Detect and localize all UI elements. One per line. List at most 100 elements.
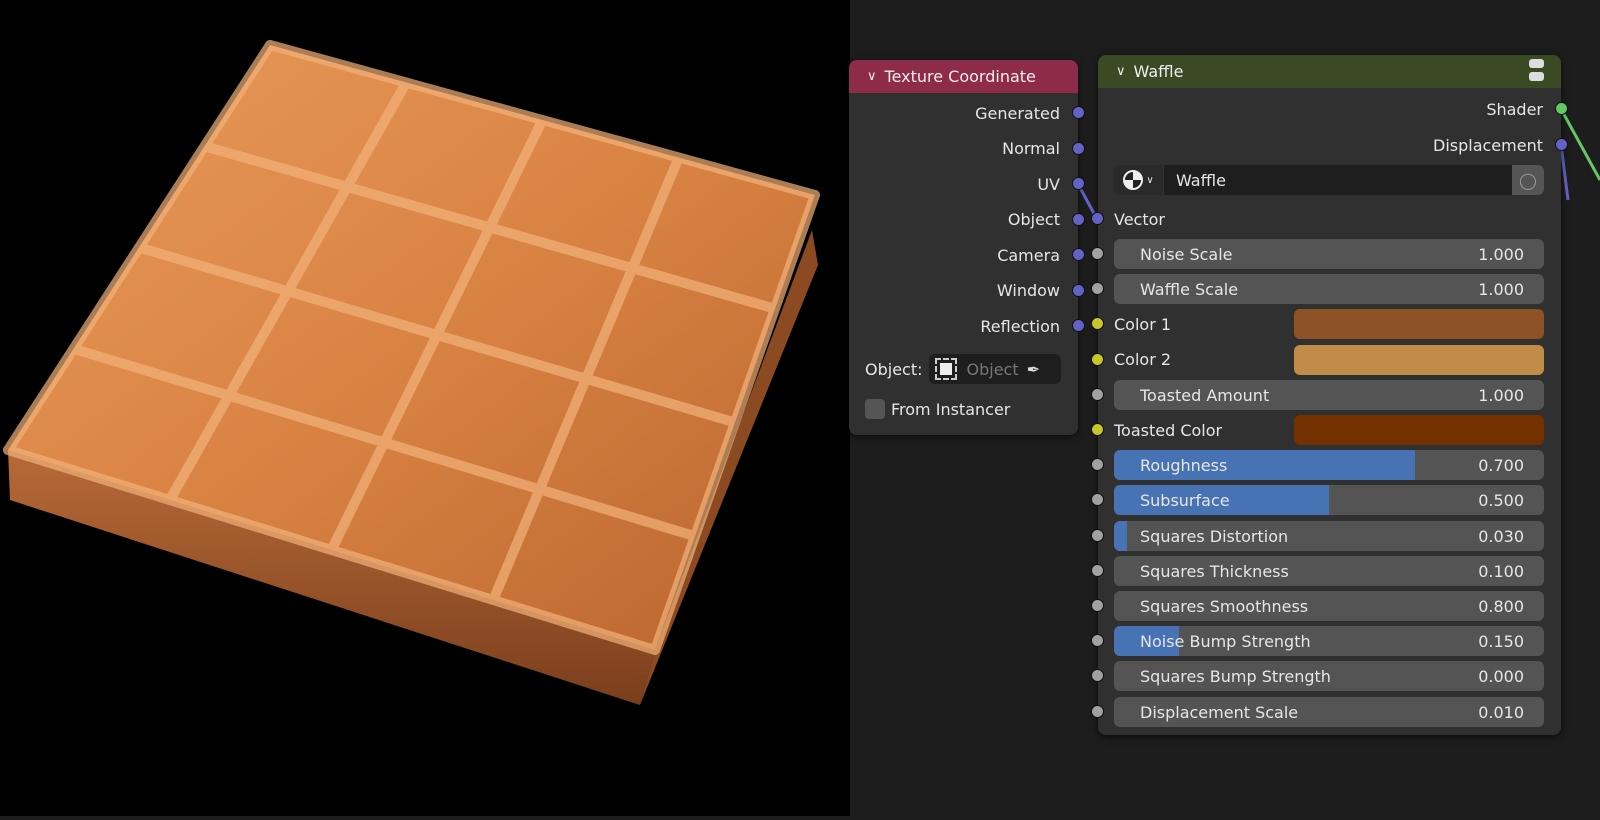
slider-label: Noise Scale [1140, 245, 1233, 264]
from-instancer-label: From Instancer [891, 400, 1010, 419]
node-title: Waffle [1134, 62, 1184, 81]
waffle-node[interactable]: ∨ Waffle Shader Displacement ∨ Waffle ◯ V… [1098, 55, 1561, 735]
slider-value: 1.000 [1478, 280, 1524, 299]
output-label: Normal [1002, 139, 1060, 158]
input-socket-toasted-color[interactable] [1091, 423, 1104, 436]
color-swatch-color-1[interactable] [1294, 309, 1544, 339]
texture-coordinate-node[interactable]: ∨ Texture Coordinate Generated Normal UV Ob… [849, 60, 1078, 435]
slider-squares-thickness[interactable]: Squares Thickness0.100 [1114, 556, 1544, 586]
output-reflection: Reflection [980, 311, 1060, 341]
slider-value: 0.800 [1478, 597, 1524, 616]
slider-squares-smoothness[interactable]: Squares Smoothness 0.800 [1114, 591, 1544, 621]
slider-value: 1.000 [1478, 386, 1524, 405]
fake-user-shield-icon[interactable]: ◯ [1512, 165, 1544, 195]
output-socket-uv[interactable] [1072, 177, 1085, 190]
output-socket-reflection[interactable] [1072, 319, 1085, 332]
slider-squares-distortion[interactable]: Squares Distortion 0.030 [1114, 521, 1544, 551]
output-generated: Generated [975, 98, 1060, 128]
input-socket-subsurface[interactable] [1091, 493, 1104, 506]
vector-input-socket[interactable] [1091, 212, 1104, 225]
slider-noise-scale[interactable]: Noise Scale 1.000 [1114, 239, 1544, 269]
slider-label: Subsurface [1140, 491, 1230, 510]
slider-label: Roughness [1140, 456, 1227, 475]
output-label: Generated [975, 104, 1060, 123]
output-label: Displacement [1433, 136, 1543, 155]
slider-label: Waffle Scale [1140, 280, 1238, 299]
output-socket-object[interactable] [1072, 213, 1085, 226]
slider-label: Noise Bump Strength [1140, 632, 1311, 651]
slider-toasted-amount[interactable]: Toasted Amount1.000 [1114, 380, 1544, 410]
output-uv: UV [1037, 169, 1060, 199]
object-field-row: Object: Object ✒ [865, 354, 1061, 384]
output-window: Window [997, 276, 1060, 306]
output-socket-window[interactable] [1072, 284, 1085, 297]
slider-displacement-scale[interactable]: Displacement Scale 0.010 [1114, 697, 1544, 727]
output-camera: Camera [997, 240, 1060, 270]
output-label: Reflection [980, 317, 1060, 336]
input-socket-squares-smoothness[interactable] [1091, 599, 1104, 612]
slider-value: 0.700 [1478, 456, 1524, 475]
collapse-chevron-icon[interactable]: ∨ [1116, 64, 1126, 79]
slider-roughness[interactable]: Roughness 0.700 [1114, 450, 1544, 480]
input-label: Color 1 [1114, 315, 1171, 334]
output-socket-generated[interactable] [1072, 106, 1085, 119]
input-socket-toasted-amount[interactable] [1091, 388, 1104, 401]
output-label: Camera [997, 246, 1060, 265]
output-displacement: Displacement [1433, 130, 1543, 160]
slider-value: 0.010 [1478, 703, 1524, 722]
output-label: Shader [1486, 100, 1543, 119]
input-socket-noise-bump-strength[interactable] [1091, 634, 1104, 647]
output-socket-camera[interactable] [1072, 248, 1085, 261]
chevron-down-icon: ∨ [1146, 175, 1153, 186]
output-shader: Shader [1486, 94, 1543, 124]
input-socket-color-2[interactable] [1091, 353, 1104, 366]
object-placeholder: Object [967, 360, 1019, 379]
slider-value: 0.100 [1478, 562, 1524, 581]
eyedropper-icon[interactable]: ✒ [1027, 360, 1040, 379]
output-socket-displacement[interactable] [1555, 138, 1568, 151]
slider-waffle-scale[interactable]: Waffle Scale 1.000 [1114, 274, 1544, 304]
input-socket-squares-thickness[interactable] [1091, 564, 1104, 577]
slider-label: Squares Smoothness [1140, 597, 1308, 616]
vector-input-row: Vector [1114, 204, 1165, 234]
output-socket-shader[interactable] [1555, 102, 1568, 115]
material-name[interactable]: Waffle [1176, 171, 1512, 190]
output-normal: Normal [1002, 134, 1060, 164]
output-socket-normal[interactable] [1072, 142, 1085, 155]
input-socket-waffle-scale[interactable] [1091, 282, 1104, 295]
displacement-link [1561, 145, 1568, 200]
color-swatch-toasted-color[interactable] [1294, 415, 1544, 445]
vector-label: Vector [1114, 210, 1165, 229]
slider-value: 1.000 [1478, 245, 1524, 264]
input-socket-squares-bump-strength[interactable] [1091, 669, 1104, 682]
input-color-1: Color 1 [1114, 309, 1171, 339]
slider-label: Displacement Scale [1140, 703, 1298, 722]
from-instancer-checkbox[interactable] [865, 399, 885, 419]
input-socket-color-1[interactable] [1091, 317, 1104, 330]
node-header[interactable]: ∨ Texture Coordinate [849, 60, 1078, 93]
slider-value: 0.030 [1478, 527, 1524, 546]
input-socket-displacement-scale[interactable] [1091, 705, 1104, 718]
output-label: UV [1037, 175, 1060, 194]
output-label: Object [1008, 210, 1060, 229]
input-socket-squares-distortion[interactable] [1091, 529, 1104, 542]
slider-noise-bump-strength[interactable]: Noise Bump Strength0.150 [1114, 626, 1544, 656]
node-group-icon[interactable] [1529, 59, 1551, 83]
color-swatch-color-2[interactable] [1294, 345, 1544, 375]
object-icon [935, 358, 957, 380]
material-selector[interactable]: ∨ Waffle ◯ [1114, 165, 1544, 195]
slider-subsurface[interactable]: Subsurface0.500 [1114, 485, 1544, 515]
object-label: Object: [865, 360, 923, 379]
object-picker[interactable]: Object ✒ [929, 354, 1061, 384]
material-type-dropdown[interactable]: ∨ [1114, 165, 1164, 195]
input-label: Toasted Color [1114, 421, 1222, 440]
slider-label: Squares Distortion [1140, 527, 1288, 546]
from-instancer-checkbox-row[interactable]: From Instancer [865, 394, 1010, 424]
input-socket-noise-scale[interactable] [1091, 247, 1104, 260]
input-toasted-color: Toasted Color [1114, 415, 1222, 445]
slider-squares-bump-strength[interactable]: Squares Bump Strength0.000 [1114, 661, 1544, 691]
output-object: Object [1008, 205, 1060, 235]
input-socket-roughness[interactable] [1091, 458, 1104, 471]
node-header[interactable]: ∨ Waffle [1098, 55, 1561, 88]
collapse-chevron-icon[interactable]: ∨ [867, 69, 877, 84]
